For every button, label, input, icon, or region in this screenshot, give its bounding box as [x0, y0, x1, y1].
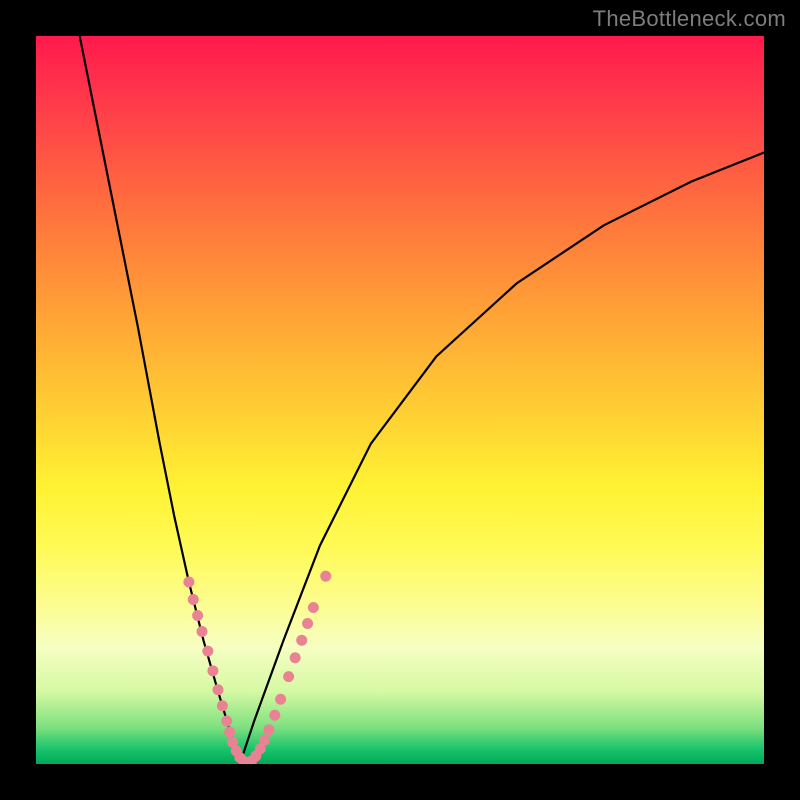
data-marker — [217, 701, 227, 711]
data-marker — [225, 727, 235, 737]
data-marker — [184, 577, 194, 587]
data-marker — [203, 646, 213, 656]
curve-layer — [36, 36, 764, 764]
data-marker — [264, 725, 274, 735]
data-marker — [222, 716, 232, 726]
data-marker — [308, 602, 318, 612]
plot-area — [36, 36, 764, 764]
data-marker — [213, 685, 223, 695]
data-marker — [270, 710, 280, 720]
data-marker — [193, 610, 203, 620]
data-marker — [290, 653, 300, 663]
data-marker — [276, 694, 286, 704]
data-marker — [260, 735, 270, 745]
data-marker — [188, 594, 198, 604]
chart-frame: TheBottleneck.com — [0, 0, 800, 800]
watermark-text: TheBottleneck.com — [593, 6, 786, 32]
data-marker — [208, 666, 218, 676]
data-marker — [197, 627, 207, 637]
data-marker — [297, 635, 307, 645]
data-marker — [284, 672, 294, 682]
data-marker — [303, 618, 313, 628]
data-marker — [321, 571, 331, 581]
curve-right-branch — [240, 152, 764, 764]
curve-left-branch — [80, 36, 240, 764]
